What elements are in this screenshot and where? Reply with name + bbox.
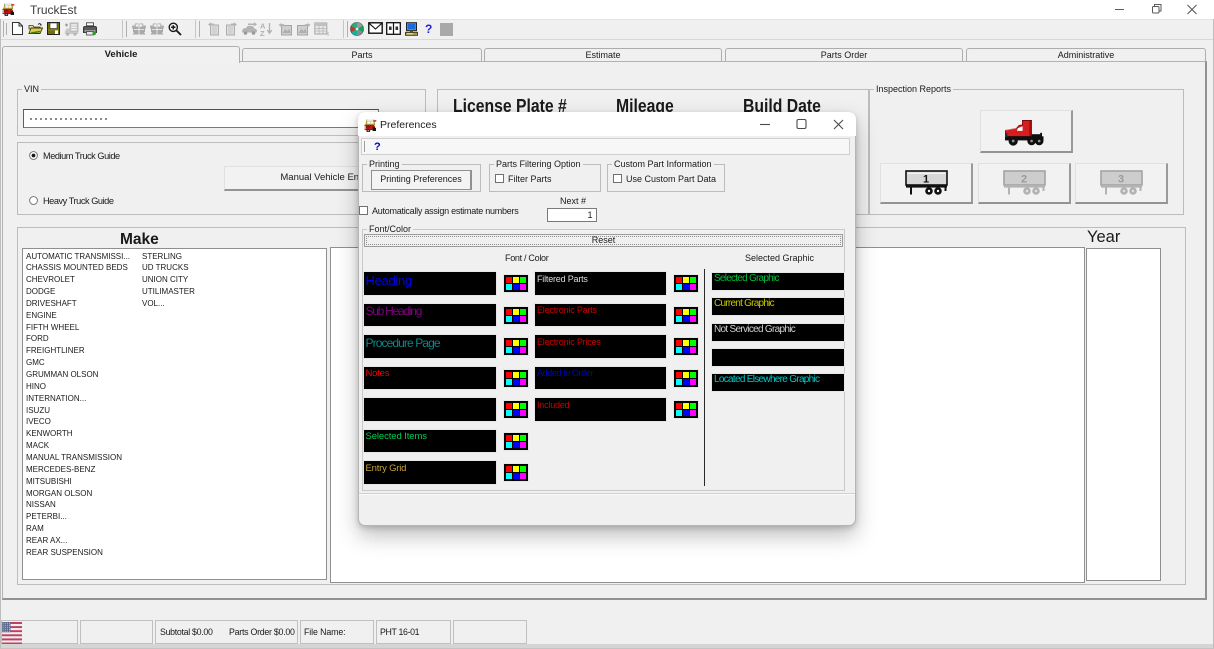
svg-text:1: 1: [923, 174, 929, 186]
svg-text:s: s: [327, 32, 329, 37]
svg-text:Z: Z: [260, 29, 265, 37]
svg-text:3: 3: [1118, 174, 1124, 186]
svg-text:2: 2: [1021, 174, 1027, 186]
